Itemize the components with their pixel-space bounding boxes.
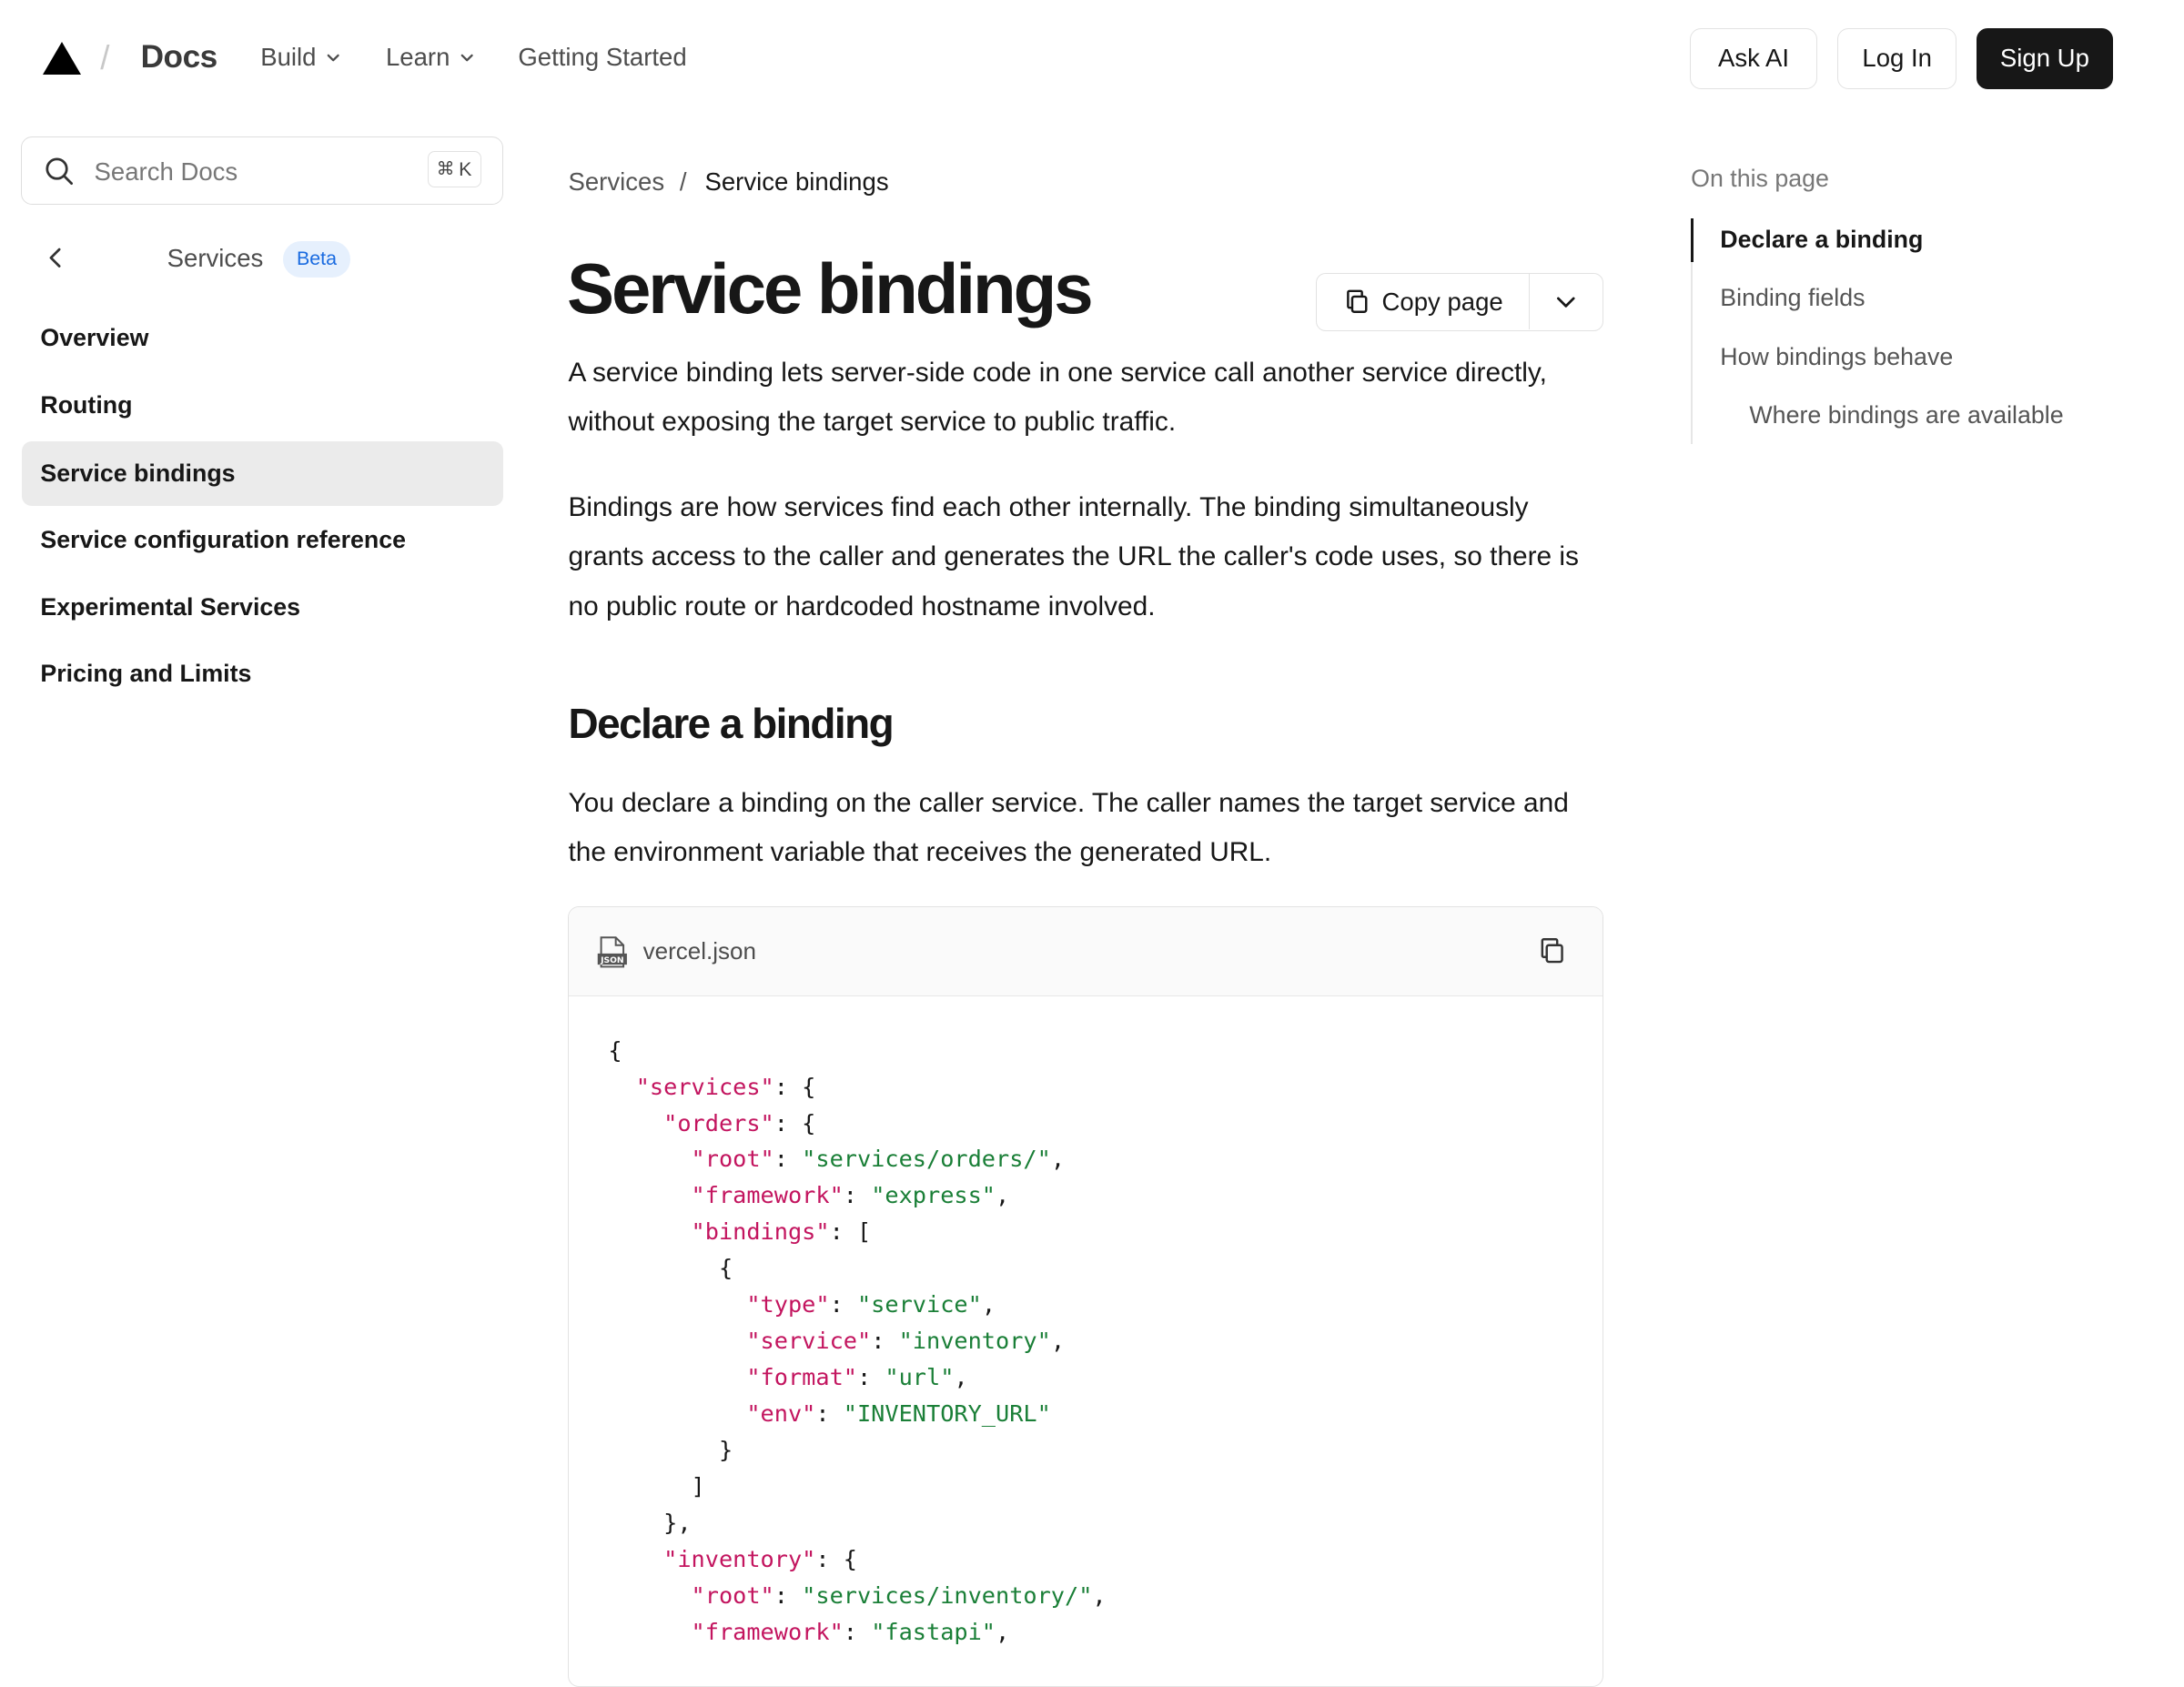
code-key: "framework" <box>691 1182 844 1209</box>
code-file-name: vercel.json <box>642 936 756 965</box>
shortcut-key: K <box>459 157 472 180</box>
back-chevron-icon[interactable] <box>42 244 70 272</box>
nav-learn[interactable]: Learn <box>386 43 475 72</box>
code-key: "services" <box>635 1073 774 1100</box>
nav-getting-started-label: Getting Started <box>518 43 687 72</box>
nav-learn-label: Learn <box>385 43 450 72</box>
toc-title: On this page <box>1691 164 1829 192</box>
code-string: "INVENTORY_URL" <box>843 1400 1051 1428</box>
code-content: { "services": { "orders": { "root": "ser… <box>608 1036 1107 1645</box>
nav-getting-started[interactable]: Getting Started <box>518 43 686 72</box>
copy-icon <box>1346 289 1368 314</box>
top-header: / Docs Build Learn Getting Started Ask A… <box>0 0 2184 117</box>
breadcrumb-separator: / <box>679 167 687 196</box>
copy-page-label: Copy page <box>1381 287 1503 316</box>
code-key: "format" <box>746 1364 857 1391</box>
page-title: Service bindings <box>566 248 1094 329</box>
log-in-button[interactable]: Log In <box>1836 27 1957 89</box>
sidebar-item-service-configuration-reference[interactable]: Service configuration reference <box>22 509 502 572</box>
breadcrumb-parent[interactable]: Services <box>568 167 664 197</box>
code-string: "services/inventory/" <box>802 1581 1093 1609</box>
code-string: "services/orders/" <box>802 1146 1051 1173</box>
docs-brand-link[interactable]: Docs <box>141 39 218 76</box>
code-string: "url" <box>885 1364 955 1391</box>
vercel-logo-icon[interactable] <box>43 42 82 75</box>
chevron-down-icon <box>1557 297 1575 308</box>
search-box[interactable]: ⌘ K <box>20 136 503 205</box>
header-separator: / <box>100 38 110 76</box>
intro-paragraph: A service binding lets server-side code … <box>568 357 1547 437</box>
sidebar-section-title: Services <box>167 243 264 272</box>
toc-active-indicator <box>1691 218 1694 262</box>
search-icon <box>46 157 74 185</box>
code-key: "type" <box>746 1291 830 1318</box>
bindings-paragraph: Bindings are how services find each othe… <box>568 492 1579 621</box>
code-key: "env" <box>746 1400 816 1428</box>
breadcrumb-current: Service bindings <box>704 167 889 196</box>
code-string: "service" <box>856 1291 982 1318</box>
toc-item-declare-a-binding[interactable]: Declare a binding <box>1720 226 1923 254</box>
toc-item-where-bindings-are-available[interactable]: Where bindings are available <box>1749 401 2063 429</box>
toc-item-binding-fields[interactable]: Binding fields <box>1720 284 1865 312</box>
code-string: "fastapi" <box>871 1618 996 1645</box>
code-string: "inventory" <box>898 1328 1051 1355</box>
copy-page-dropdown-button[interactable] <box>1530 274 1603 330</box>
copy-page-button[interactable]: Copy page <box>1317 273 1531 330</box>
search-shortcut-badge: ⌘ K <box>427 151 481 188</box>
section-heading-declare-binding: Declare a binding <box>568 700 894 748</box>
nav-build[interactable]: Build <box>260 43 341 72</box>
code-key: "inventory" <box>663 1545 816 1572</box>
declare-paragraph: You declare a binding on the caller serv… <box>568 787 1569 867</box>
code-key: "orders" <box>663 1109 774 1136</box>
copy-code-icon[interactable] <box>1537 935 1568 966</box>
chevron-down-icon <box>327 54 339 62</box>
command-key-icon: ⌘ <box>436 159 455 180</box>
sidebar-item-routing[interactable]: Routing <box>22 373 502 437</box>
ask-ai-button[interactable]: Ask AI <box>1689 27 1818 89</box>
code-key: "service" <box>746 1328 872 1355</box>
sidebar-item-pricing-and-limits[interactable]: Pricing and Limits <box>22 642 502 706</box>
sidebar-item-service-bindings[interactable]: Service bindings <box>22 441 503 506</box>
code-block-header: JSON vercel.json <box>569 907 1603 996</box>
copy-page-control: Copy page <box>1316 272 1603 332</box>
code-string: "express" <box>871 1182 996 1209</box>
nav-build-label: Build <box>260 43 317 72</box>
code-key: "bindings" <box>691 1218 830 1246</box>
code-key: "framework" <box>691 1618 844 1645</box>
toc-item-how-bindings-behave[interactable]: How bindings behave <box>1720 343 1953 371</box>
search-input[interactable] <box>91 151 418 194</box>
sidebar-item-experimental-services[interactable]: Experimental Services <box>22 575 502 639</box>
sidebar-item-overview[interactable]: Overview <box>22 307 502 370</box>
sign-up-button[interactable]: Sign Up <box>1976 27 2113 89</box>
code-key: "root" <box>691 1581 774 1609</box>
json-file-icon: JSON <box>597 936 628 968</box>
json-file-icon-label: JSON <box>600 955 624 965</box>
code-key: "root" <box>691 1146 774 1173</box>
code-block: JSON vercel.json { "services": { "orders… <box>568 906 1603 1687</box>
chevron-down-icon <box>460 54 473 62</box>
beta-badge: Beta <box>282 240 351 278</box>
